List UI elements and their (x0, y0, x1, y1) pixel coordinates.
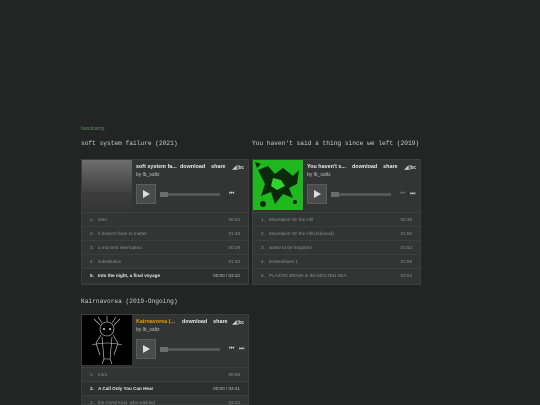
player-links: download share (352, 164, 404, 170)
track-row[interactable]: 3. waste to be forgotten 01:53 (253, 240, 420, 254)
progress-knob[interactable] (331, 192, 339, 197)
player-artist[interactable]: by lb_saltz (136, 172, 160, 178)
bandcamp-logo-icon[interactable]: ◢▯bc (232, 320, 244, 326)
player-artist[interactable]: by lb_saltz (136, 327, 160, 333)
play-icon (143, 345, 150, 353)
track-row[interactable]: 2. it doesn't have to matter 01:45 (82, 226, 248, 240)
track-row[interactable]: 1. intro 00:24 (82, 212, 248, 226)
bandcamp-logo-icon[interactable]: ◢▯bc (232, 165, 244, 171)
player-links: download share (182, 319, 234, 325)
bandcamp-player-kairnavorea: Kairnavorea (... download share ◢▯bc by l… (81, 314, 249, 405)
prev-track-icon[interactable]: ⏮ (229, 191, 235, 198)
share-link[interactable]: share (211, 164, 225, 170)
track-row[interactable]: 4. substitution 01:32 (82, 254, 248, 268)
play-button[interactable] (307, 184, 327, 204)
album-title-you-havent-said: You haven't said a thing since we left (… (252, 140, 420, 147)
track-row[interactable]: 1. Mountains On the Hill 02:30 (253, 212, 420, 226)
player-title[interactable]: You haven't s... (307, 164, 346, 170)
download-link[interactable]: download (180, 164, 205, 170)
progress-knob[interactable] (160, 192, 168, 197)
bandcamp-player-soft-system-failure: soft system fa... download share ◢▯bc by … (81, 159, 249, 285)
track-row-active[interactable]: 5. Into the night, a final voyage 00:00 / … (82, 268, 248, 282)
play-icon (314, 190, 321, 198)
play-button[interactable] (136, 339, 156, 359)
track-row[interactable]: 2. Mountains On the Hill (reduced) 01:50 (253, 226, 420, 240)
track-row-active[interactable]: 2. A Call Only You Can Hear 00:00 / 03:41 (82, 381, 248, 395)
download-link[interactable]: download (352, 164, 377, 170)
track-row[interactable]: 1. Intro 00:58 (82, 367, 248, 381)
prev-track-icon[interactable]: ⏮ (229, 346, 235, 353)
bandcamp-link[interactable]: bandcamp (81, 126, 104, 132)
album-cover[interactable] (82, 315, 132, 365)
progress-bar[interactable] (331, 192, 391, 197)
player-title[interactable]: Kairnavorea (... (136, 319, 175, 325)
prev-track-icon[interactable]: ⏮ (400, 191, 406, 198)
progress-bar[interactable] (160, 347, 220, 352)
track-row[interactable]: 3. a moment interrupted 00:39 (82, 240, 248, 254)
bandcamp-player-you-havent-said: You haven't s... download share ◢▯bc by l… (252, 159, 421, 285)
album-title-kairnavorea: Kairnavorea (2019-Ongoing) (81, 298, 178, 305)
progress-bar[interactable] (160, 192, 220, 197)
play-button[interactable] (136, 184, 156, 204)
player-title[interactable]: soft system fa... (136, 164, 177, 170)
download-link[interactable]: download (182, 319, 207, 325)
next-track-icon[interactable]: ⏭ (239, 346, 245, 353)
share-link[interactable]: share (213, 319, 227, 325)
track-row[interactable]: 3. the Coral King, who wielded 03:22 (82, 395, 248, 404)
progress-knob[interactable] (160, 347, 168, 352)
album-cover[interactable] (253, 160, 303, 210)
track-row[interactable]: 5. PLASTIC BRAIN in the MOLTEN SEA 03:04 (253, 268, 420, 282)
player-artist[interactable]: by lb_saltz (307, 172, 331, 178)
share-link[interactable]: share (383, 164, 397, 170)
bandcamp-logo-icon[interactable]: ◢▯bc (404, 165, 416, 171)
play-icon (143, 190, 150, 198)
album-title-soft-system-failure: soft system failure (2021) (81, 140, 178, 147)
player-links: download share (180, 164, 232, 170)
next-track-icon[interactable]: ⏭ (410, 191, 416, 198)
album-cover[interactable] (82, 160, 132, 210)
track-row[interactable]: 4. brokenblues 1 01:59 (253, 254, 420, 268)
